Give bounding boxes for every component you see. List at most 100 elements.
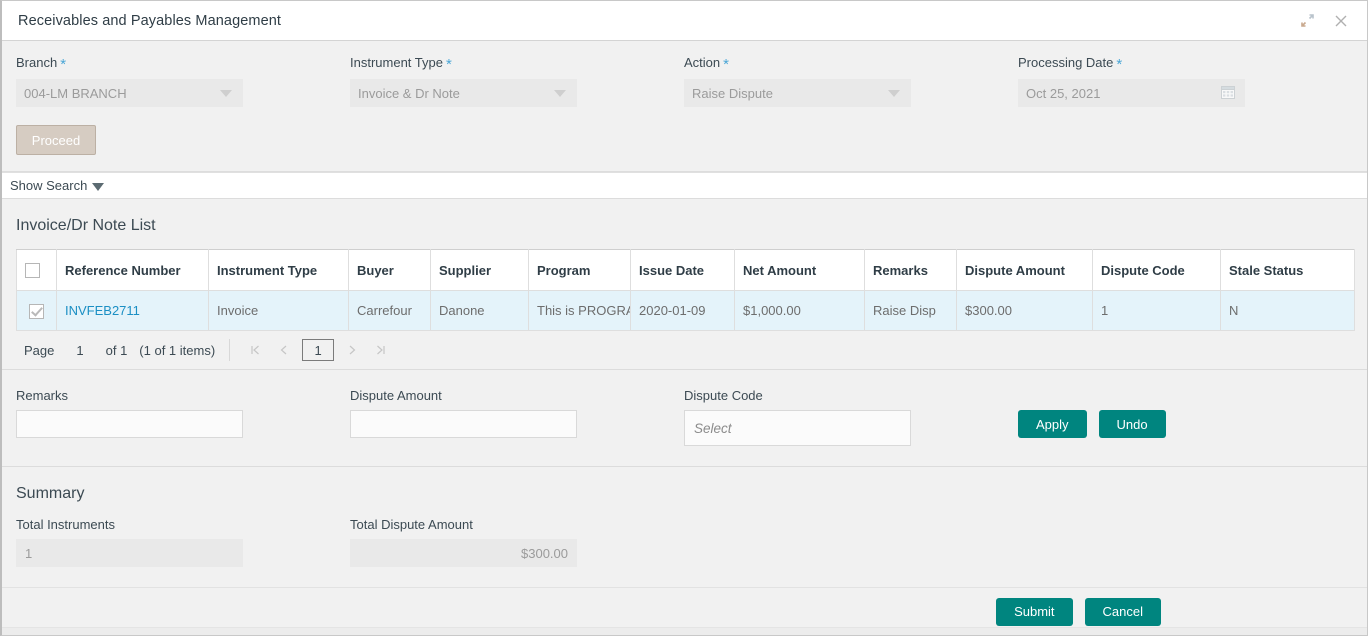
reference-number-link[interactable]: INVFEB2711 (65, 303, 140, 318)
table-header-row: Reference Number Instrument Type Buyer S… (17, 250, 1355, 291)
summary-row: Total Instruments 1 Total Dispute Amount… (16, 517, 1353, 567)
total-dispute-amount-field: Total Dispute Amount $300.00 (350, 517, 684, 567)
cell-dispute-amount: $300.00 (957, 291, 1093, 331)
calendar-icon[interactable] (1221, 85, 1235, 102)
filter-field-row: Branch* 004-LM BRANCH Instrument Type* I… (2, 55, 1367, 107)
row-select-cell (17, 291, 57, 331)
proceed-button-wrap: Proceed (2, 107, 1367, 171)
chevron-down-icon (220, 90, 232, 97)
cell-net-amount: $1,000.00 (735, 291, 865, 331)
required-asterisk: * (1116, 56, 1122, 73)
pagination-divider (229, 339, 230, 361)
cell-stale-status: N (1221, 291, 1355, 331)
summary-section: Summary Total Instruments 1 Total Disput… (2, 466, 1367, 567)
total-instruments-field: Total Instruments 1 (16, 517, 350, 567)
row-checkbox[interactable] (29, 304, 44, 319)
processing-date-label: Processing Date* (1018, 55, 1352, 73)
page-title: Receivables and Payables Management (18, 13, 1297, 29)
last-page-icon[interactable] (370, 339, 392, 361)
dispute-code-field: Dispute Code Select (684, 388, 1018, 446)
branch-label: Branch* (16, 55, 350, 73)
processing-date-input[interactable]: Oct 25, 2021 (1018, 79, 1245, 107)
page-items-label: (1 of 1 items) (139, 343, 215, 358)
select-all-checkbox[interactable] (25, 263, 40, 278)
instrument-type-select[interactable]: Invoice & Dr Note (350, 79, 577, 107)
column-header-reference-number[interactable]: Reference Number (57, 250, 209, 291)
column-header-dispute-amount[interactable]: Dispute Amount (957, 250, 1093, 291)
action-field: Action* Raise Dispute (684, 55, 1018, 107)
instrument-type-field: Instrument Type* Invoice & Dr Note (350, 55, 684, 107)
invoice-table: Reference Number Instrument Type Buyer S… (16, 249, 1355, 331)
column-header-stale-status[interactable]: Stale Status (1221, 250, 1355, 291)
required-asterisk: * (60, 56, 66, 73)
action-label: Action* (684, 55, 1018, 73)
cell-reference-number: INVFEB2711 (57, 291, 209, 331)
dispute-code-label: Dispute Code (684, 388, 1018, 403)
show-search-toggle[interactable]: Show Search (10, 178, 104, 193)
chevron-down-icon (888, 90, 900, 97)
processing-date-field: Processing Date* Oct 25, 2021 (1018, 55, 1352, 107)
column-header-dispute-code[interactable]: Dispute Code (1093, 250, 1221, 291)
action-value: Raise Dispute (692, 86, 888, 101)
next-page-icon[interactable] (341, 339, 363, 361)
column-header-instrument-type[interactable]: Instrument Type (209, 250, 349, 291)
dispute-amount-field: Dispute Amount (350, 388, 684, 438)
undo-button[interactable]: Undo (1099, 410, 1166, 438)
invoice-list-section: Invoice/Dr Note List (2, 199, 1367, 369)
cell-program: This is PROGRAM (529, 291, 631, 331)
cell-supplier: Danone (431, 291, 529, 331)
branch-field: Branch* 004-LM BRANCH (16, 55, 350, 107)
dispute-action-form: Remarks Dispute Amount Dispute Code Sele… (2, 370, 1367, 466)
filter-strip: Branch* 004-LM BRANCH Instrument Type* I… (2, 41, 1367, 172)
total-dispute-amount-label: Total Dispute Amount (350, 517, 684, 532)
dispute-amount-label: Dispute Amount (350, 388, 684, 403)
column-header-buyer[interactable]: Buyer (349, 250, 431, 291)
close-icon[interactable] (1331, 11, 1351, 31)
chevron-down-icon (554, 90, 566, 97)
instrument-type-label: Instrument Type* (350, 55, 684, 73)
column-header-program[interactable]: Program (529, 250, 631, 291)
cell-remarks: Raise Disp (865, 291, 957, 331)
page-of-label: of 1 (106, 343, 128, 358)
processing-date-label-text: Processing Date (1018, 55, 1113, 70)
submit-button[interactable]: Submit (996, 598, 1072, 626)
total-instruments-value: 1 (16, 539, 243, 567)
dispute-code-select[interactable]: Select (684, 410, 911, 446)
branch-select[interactable]: 004-LM BRANCH (16, 79, 243, 107)
action-select[interactable]: Raise Dispute (684, 79, 911, 107)
total-instruments-label: Total Instruments (16, 517, 350, 532)
column-header-issue-date[interactable]: Issue Date (631, 250, 735, 291)
required-asterisk: * (723, 56, 729, 73)
collapse-arrows-icon[interactable] (1297, 11, 1317, 31)
page-label: Page (24, 343, 54, 358)
chevron-down-icon (92, 183, 104, 191)
dispute-amount-input[interactable] (350, 410, 577, 438)
select-all-header (17, 250, 57, 291)
required-asterisk: * (446, 56, 452, 73)
total-dispute-amount-value: $300.00 (350, 539, 577, 567)
remarks-input[interactable] (16, 410, 243, 438)
window-controls (1297, 11, 1357, 31)
proceed-button[interactable]: Proceed (16, 125, 96, 155)
form-button-group: Apply Undo (1018, 410, 1166, 438)
previous-page-icon[interactable] (273, 339, 295, 361)
column-header-net-amount[interactable]: Net Amount (735, 250, 865, 291)
cell-dispute-code: 1 (1093, 291, 1221, 331)
current-page-button[interactable]: 1 (302, 339, 334, 361)
cell-instrument-type: Invoice (209, 291, 349, 331)
show-search-label: Show Search (10, 178, 87, 193)
remarks-field: Remarks (16, 388, 350, 438)
cancel-button[interactable]: Cancel (1085, 598, 1161, 626)
window-title-bar: Receivables and Payables Management (2, 1, 1367, 41)
column-header-supplier[interactable]: Supplier (431, 250, 529, 291)
show-search-bar: Show Search (2, 172, 1367, 199)
apply-button[interactable]: Apply (1018, 410, 1087, 438)
cell-issue-date: 2020-01-09 (631, 291, 735, 331)
table-row[interactable]: INVFEB2711 Invoice Carrefour Danone This… (17, 291, 1355, 331)
branch-value: 004-LM BRANCH (24, 86, 220, 101)
pagination: Page 1 of 1 (1 of 1 items) 1 (16, 331, 1353, 369)
first-page-icon[interactable] (244, 339, 266, 361)
cell-buyer: Carrefour (349, 291, 431, 331)
column-header-remarks[interactable]: Remarks (865, 250, 957, 291)
remarks-label: Remarks (16, 388, 350, 403)
